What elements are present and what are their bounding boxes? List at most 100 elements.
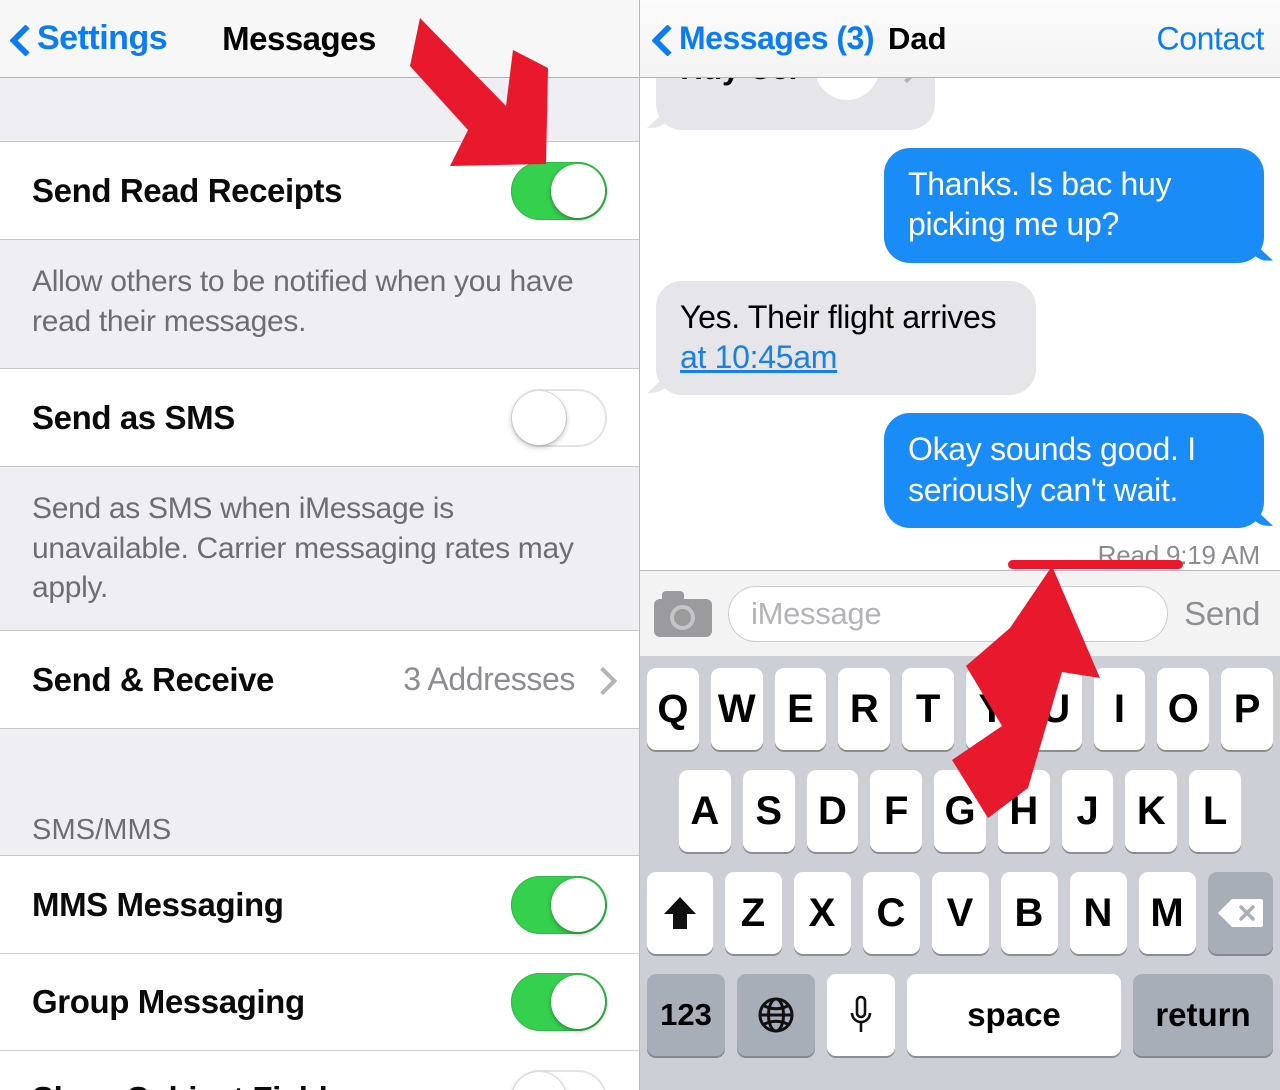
toggle-knob (512, 1072, 566, 1090)
key-z[interactable]: Z (724, 872, 782, 954)
toggle-knob (551, 975, 605, 1029)
settings-back-button[interactable]: Settings (10, 19, 168, 58)
chevron-right-icon (897, 78, 911, 81)
settings-top-gap (0, 78, 639, 142)
microphone-icon[interactable] (827, 974, 895, 1056)
group-messaging-toggle[interactable] (511, 973, 607, 1031)
settings-row-label: Send & Receive (32, 660, 275, 698)
key-s[interactable]: S (742, 770, 795, 852)
page-title: Messages (222, 19, 376, 57)
space-key[interactable]: space (907, 974, 1121, 1056)
key-v[interactable]: V (931, 872, 989, 954)
keyboard-row-3-letters: ZXCVBNM (724, 872, 1196, 954)
contact-card-name: Huy Cel (680, 78, 797, 88)
key-u[interactable]: U (1029, 668, 1082, 750)
message-input-bar: iMessage Send (640, 570, 1280, 656)
footnote-send-as-sms: Send as SMS when iMessage is unavailable… (0, 466, 639, 631)
settings-row-label: Show Subject Field (32, 1080, 328, 1090)
settings-row-label: Send as SMS (32, 398, 235, 436)
chevron-left-icon (10, 22, 30, 56)
key-e[interactable]: E (774, 668, 827, 750)
imessage-input[interactable]: iMessage (728, 585, 1169, 642)
settings-row-send-and-receive[interactable]: Send & Receive 3 Addresses (0, 631, 639, 728)
messages-back-label: Messages (3) (679, 20, 874, 56)
shift-up-arrow-icon[interactable] (647, 872, 713, 954)
return-key[interactable]: return (1133, 974, 1273, 1056)
conversation-title: Dad (887, 20, 947, 56)
camera-bump (662, 590, 684, 602)
messages-panel: Messages (3) Dad Contact Huy Cel no Than… (640, 0, 1280, 1090)
key-j[interactable]: J (1061, 770, 1114, 852)
settings-row-send-as-sms[interactable]: Send as SMS (0, 369, 639, 466)
shift-glyph (663, 897, 696, 929)
mms-messaging-toggle[interactable] (511, 875, 607, 934)
key-g[interactable]: G (934, 770, 986, 852)
settings-row-show-subject-field[interactable]: Show Subject Field (0, 1050, 639, 1090)
key-l[interactable]: L (1189, 770, 1242, 852)
globe-glyph (758, 997, 794, 1033)
message-bubble-incoming[interactable]: Yes. Their flight arrives at 10:45am (656, 280, 1036, 396)
settings-section-gap (0, 728, 639, 800)
key-n[interactable]: N (1069, 872, 1127, 954)
keyboard-row-4: 123 space return (647, 974, 1273, 1056)
message-row: Huy Cel no (656, 78, 1264, 130)
chevron-right-icon (593, 667, 607, 693)
key-r[interactable]: R (838, 668, 891, 750)
imessage-placeholder: iMessage (751, 595, 882, 631)
key-b[interactable]: B (1000, 872, 1058, 954)
backspace-delete-icon[interactable] (1207, 872, 1273, 954)
key-w[interactable]: W (710, 668, 763, 750)
dual-panel-screenshot: Settings Messages Send Read Receipts All… (0, 0, 1280, 1090)
settings-panel: Settings Messages Send Read Receipts All… (0, 0, 640, 1090)
key-o[interactable]: O (1157, 668, 1210, 750)
key-a[interactable]: A (678, 770, 731, 852)
key-y[interactable]: Y (966, 668, 1018, 750)
message-bubble-outgoing[interactable]: Thanks. Is bac huy picking me up? (884, 148, 1264, 263)
send-read-receipts-toggle[interactable] (511, 161, 607, 220)
message-bubble-outgoing[interactable]: Okay sounds good. I seriously can't wait… (884, 413, 1264, 528)
keyboard-row-1: QWERTYUIOP (647, 668, 1273, 750)
settings-nav-bar: Settings Messages (0, 0, 639, 78)
show-subject-field-toggle[interactable] (511, 1070, 607, 1090)
key-k[interactable]: K (1125, 770, 1178, 852)
key-m[interactable]: M (1138, 872, 1196, 954)
messages-nav-bar: Messages (3) Dad Contact (640, 0, 1280, 78)
contact-button[interactable]: Contact (1157, 20, 1265, 57)
settings-back-label: Settings (37, 19, 168, 57)
key-d[interactable]: D (806, 770, 859, 852)
key-p[interactable]: P (1221, 668, 1273, 750)
contact-card-badge: no (815, 78, 880, 100)
messages-back-button[interactable]: Messages (3) (652, 20, 874, 57)
key-h[interactable]: H (997, 770, 1050, 852)
onscreen-keyboard: QWERTYUIOP ASDFGHJKL ZXCVBNM 123 space r… (640, 656, 1280, 1090)
key-q[interactable]: Q (647, 668, 699, 750)
key-i[interactable]: I (1093, 668, 1146, 750)
key-t[interactable]: T (902, 668, 954, 750)
camera-icon[interactable] (654, 590, 712, 637)
mic-glyph (850, 995, 872, 1032)
keyboard-row-3: ZXCVBNM (647, 872, 1273, 954)
settings-row-mms-messaging[interactable]: MMS Messaging (0, 856, 639, 953)
message-row: Okay sounds good. I seriously can't wait… (656, 413, 1264, 528)
send-button[interactable]: Send (1184, 595, 1266, 633)
message-thread[interactable]: Huy Cel no Thanks. Is bac huy picking me… (640, 78, 1280, 570)
settings-row-label: Group Messaging (32, 983, 305, 1020)
settings-row-label: Send Read Receipts (32, 171, 343, 209)
section-header-sms-mms: SMS/MMS (0, 800, 639, 856)
keyboard-row-2: ASDFGHJKL (647, 770, 1273, 852)
key-c[interactable]: C (862, 872, 920, 954)
settings-row-send-read-receipts[interactable]: Send Read Receipts (0, 142, 639, 239)
key-f[interactable]: F (870, 770, 923, 852)
chevron-left-icon (652, 22, 672, 56)
send-receive-value: 3 Addresses (403, 661, 575, 697)
footnote-read-receipts: Allow others to be notified when you hav… (0, 239, 639, 369)
settings-row-group-messaging[interactable]: Group Messaging (0, 953, 639, 1050)
send-as-sms-toggle[interactable] (511, 388, 607, 447)
settings-row-value-group: 3 Addresses (403, 661, 607, 698)
key-x[interactable]: X (793, 872, 851, 954)
numbers-key[interactable]: 123 (647, 974, 725, 1056)
message-bubble-contact-card[interactable]: Huy Cel no (656, 78, 936, 130)
camera-lens (670, 604, 695, 630)
globe-language-icon[interactable] (737, 974, 815, 1056)
message-link-time[interactable]: at 10:45am (680, 339, 837, 375)
